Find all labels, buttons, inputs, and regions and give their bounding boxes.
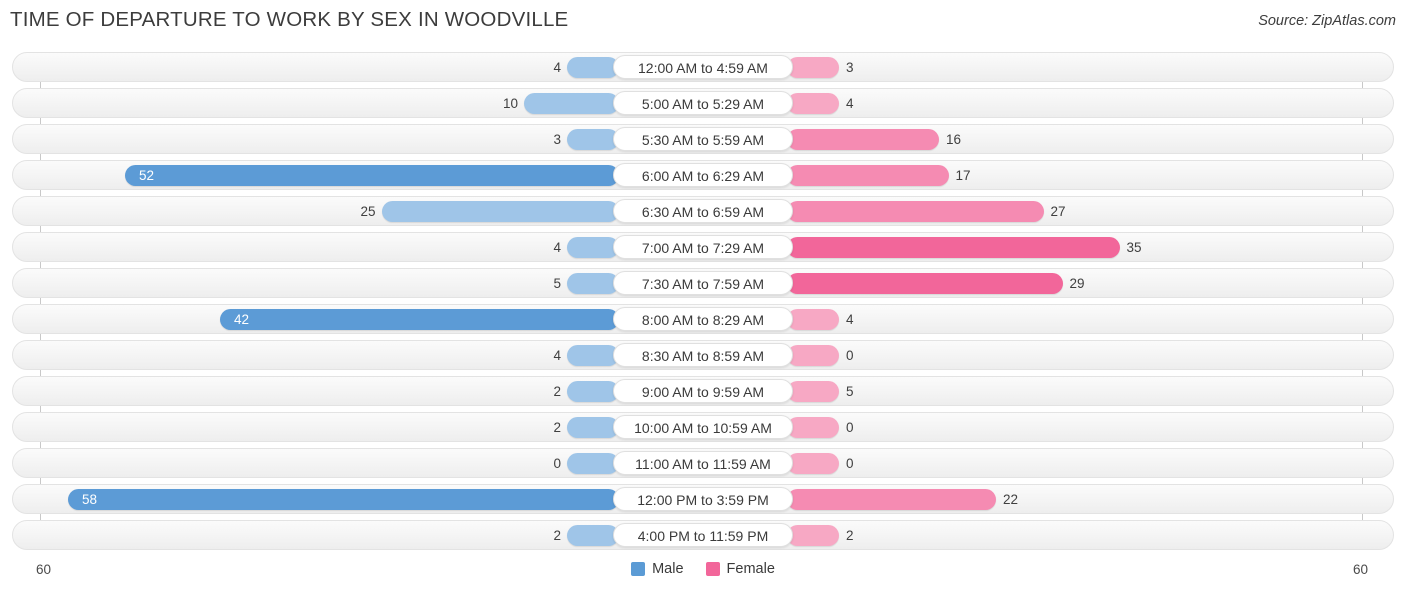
table-row[interactable]: 0 0 11:00 AM to 11:59 AM (12, 448, 1394, 478)
legend-item[interactable]: Male (631, 561, 684, 577)
bar-male[interactable] (567, 525, 619, 546)
chart-root: TIME OF DEPARTURE TO WORK BY SEX IN WOOD… (0, 0, 1406, 594)
bar-male[interactable] (567, 237, 619, 258)
category-label: 5:30 AM to 5:59 AM (613, 127, 793, 151)
table-row[interactable]: 10 4 5:00 AM to 5:29 AM (12, 88, 1394, 118)
legend-swatch-icon (631, 562, 646, 576)
legend-item[interactable]: Female (705, 561, 775, 577)
table-row[interactable]: 3 16 5:30 AM to 5:59 AM (12, 124, 1394, 154)
legend-swatch-icon (705, 562, 720, 576)
chart-plot-area: 4 3 12:00 AM to 4:59 AM 10 4 5:00 AM to 5:29 … (0, 52, 1406, 552)
legend-label: Male (652, 561, 684, 577)
bar-value-female: 0 (846, 456, 854, 471)
bar-male[interactable] (524, 93, 619, 114)
bar-value-female: 0 (846, 348, 854, 363)
bar-female[interactable] (787, 201, 1044, 222)
page-title: TIME OF DEPARTURE TO WORK BY SEX IN WOOD… (10, 8, 569, 31)
table-row[interactable]: 5 29 7:30 AM to 7:59 AM (12, 268, 1394, 298)
category-label: 7:30 AM to 7:59 AM (613, 271, 793, 295)
bar-value-female: 5 (846, 384, 854, 399)
bar-female[interactable] (787, 273, 1063, 294)
bar-female[interactable] (787, 345, 839, 366)
bar-female[interactable] (787, 93, 839, 114)
bar-male[interactable] (567, 417, 619, 438)
chart-header: TIME OF DEPARTURE TO WORK BY SEX IN WOOD… (0, 0, 1406, 44)
bar-value-male: 4 (553, 348, 561, 363)
bar-value-male: 3 (553, 132, 561, 147)
bar-value-female: 3 (846, 60, 854, 75)
table-row[interactable]: 4 35 7:00 AM to 7:29 AM (12, 232, 1394, 262)
category-label: 10:00 AM to 10:59 AM (613, 415, 793, 439)
bar-male[interactable] (381, 201, 619, 222)
bar-value-male: 2 (553, 528, 561, 543)
category-label: 7:00 AM to 7:29 AM (613, 235, 793, 259)
legend-label: Female (726, 561, 775, 577)
bar-male[interactable] (567, 57, 619, 78)
bar-value-female: 4 (846, 312, 854, 327)
chart-footer: 60 60 Male Female (0, 556, 1406, 594)
table-row[interactable]: 58 22 12:00 PM to 3:59 PM (12, 484, 1394, 514)
chart-legend: Male Female (0, 561, 1406, 577)
bar-value-male: 2 (553, 384, 561, 399)
bar-male[interactable] (567, 273, 619, 294)
bar-value-male: 4 (553, 60, 561, 75)
bar-male[interactable] (567, 381, 619, 402)
bar-male[interactable] (68, 489, 619, 510)
bar-value-male: 0 (553, 456, 561, 471)
bar-value-male: 2 (553, 420, 561, 435)
bar-value-male: 5 (553, 276, 561, 291)
bar-value-male: 10 (502, 96, 518, 111)
bar-female[interactable] (787, 453, 839, 474)
bar-value-female: 0 (846, 420, 854, 435)
bar-female[interactable] (787, 525, 839, 546)
category-label: 8:00 AM to 8:29 AM (613, 307, 793, 331)
table-row[interactable]: 4 3 12:00 AM to 4:59 AM (12, 52, 1394, 82)
bar-male[interactable] (125, 165, 619, 186)
bar-value-male: 4 (553, 240, 561, 255)
bar-value-female: 4 (846, 96, 854, 111)
bar-female[interactable] (787, 237, 1120, 258)
category-label: 4:00 PM to 11:59 PM (613, 523, 793, 547)
bar-male[interactable] (567, 129, 619, 150)
bar-value-female: 16 (946, 132, 962, 147)
bar-value-female: 27 (1050, 204, 1066, 219)
category-label: 8:30 AM to 8:59 AM (613, 343, 793, 367)
table-row[interactable]: 25 27 6:30 AM to 6:59 AM (12, 196, 1394, 226)
table-row[interactable]: 4 0 8:30 AM to 8:59 AM (12, 340, 1394, 370)
bar-male[interactable] (567, 453, 619, 474)
bar-female[interactable] (787, 381, 839, 402)
table-row[interactable]: 2 2 4:00 PM to 11:59 PM (12, 520, 1394, 550)
bar-female[interactable] (787, 57, 839, 78)
bar-value-female: 29 (1069, 276, 1085, 291)
category-label: 11:00 AM to 11:59 AM (613, 451, 793, 475)
category-label: 6:00 AM to 6:29 AM (613, 163, 793, 187)
bar-female[interactable] (787, 417, 839, 438)
category-label: 5:00 AM to 5:29 AM (613, 91, 793, 115)
source-label: Source: ZipAtlas.com (1258, 13, 1396, 29)
bar-male[interactable] (567, 345, 619, 366)
bar-value-female: 17 (955, 168, 971, 183)
table-row[interactable]: 2 0 10:00 AM to 10:59 AM (12, 412, 1394, 442)
bar-female[interactable] (787, 489, 996, 510)
table-row[interactable]: 2 5 9:00 AM to 9:59 AM (12, 376, 1394, 406)
bar-value-male: 58 (82, 492, 98, 507)
category-label: 6:30 AM to 6:59 AM (613, 199, 793, 223)
category-label: 12:00 AM to 4:59 AM (613, 55, 793, 79)
bar-female[interactable] (787, 129, 939, 150)
bar-value-male: 42 (234, 312, 250, 327)
bar-value-female: 22 (1003, 492, 1019, 507)
bar-value-female: 35 (1126, 240, 1142, 255)
category-label: 9:00 AM to 9:59 AM (613, 379, 793, 403)
category-label: 12:00 PM to 3:59 PM (613, 487, 793, 511)
bar-value-female: 2 (846, 528, 854, 543)
bar-male[interactable] (220, 309, 619, 330)
table-row[interactable]: 52 17 6:00 AM to 6:29 AM (12, 160, 1394, 190)
bar-female[interactable] (787, 165, 949, 186)
table-row[interactable]: 42 4 8:00 AM to 8:29 AM (12, 304, 1394, 334)
bar-value-male: 25 (360, 204, 376, 219)
bar-value-male: 52 (139, 168, 155, 183)
bar-female[interactable] (787, 309, 839, 330)
